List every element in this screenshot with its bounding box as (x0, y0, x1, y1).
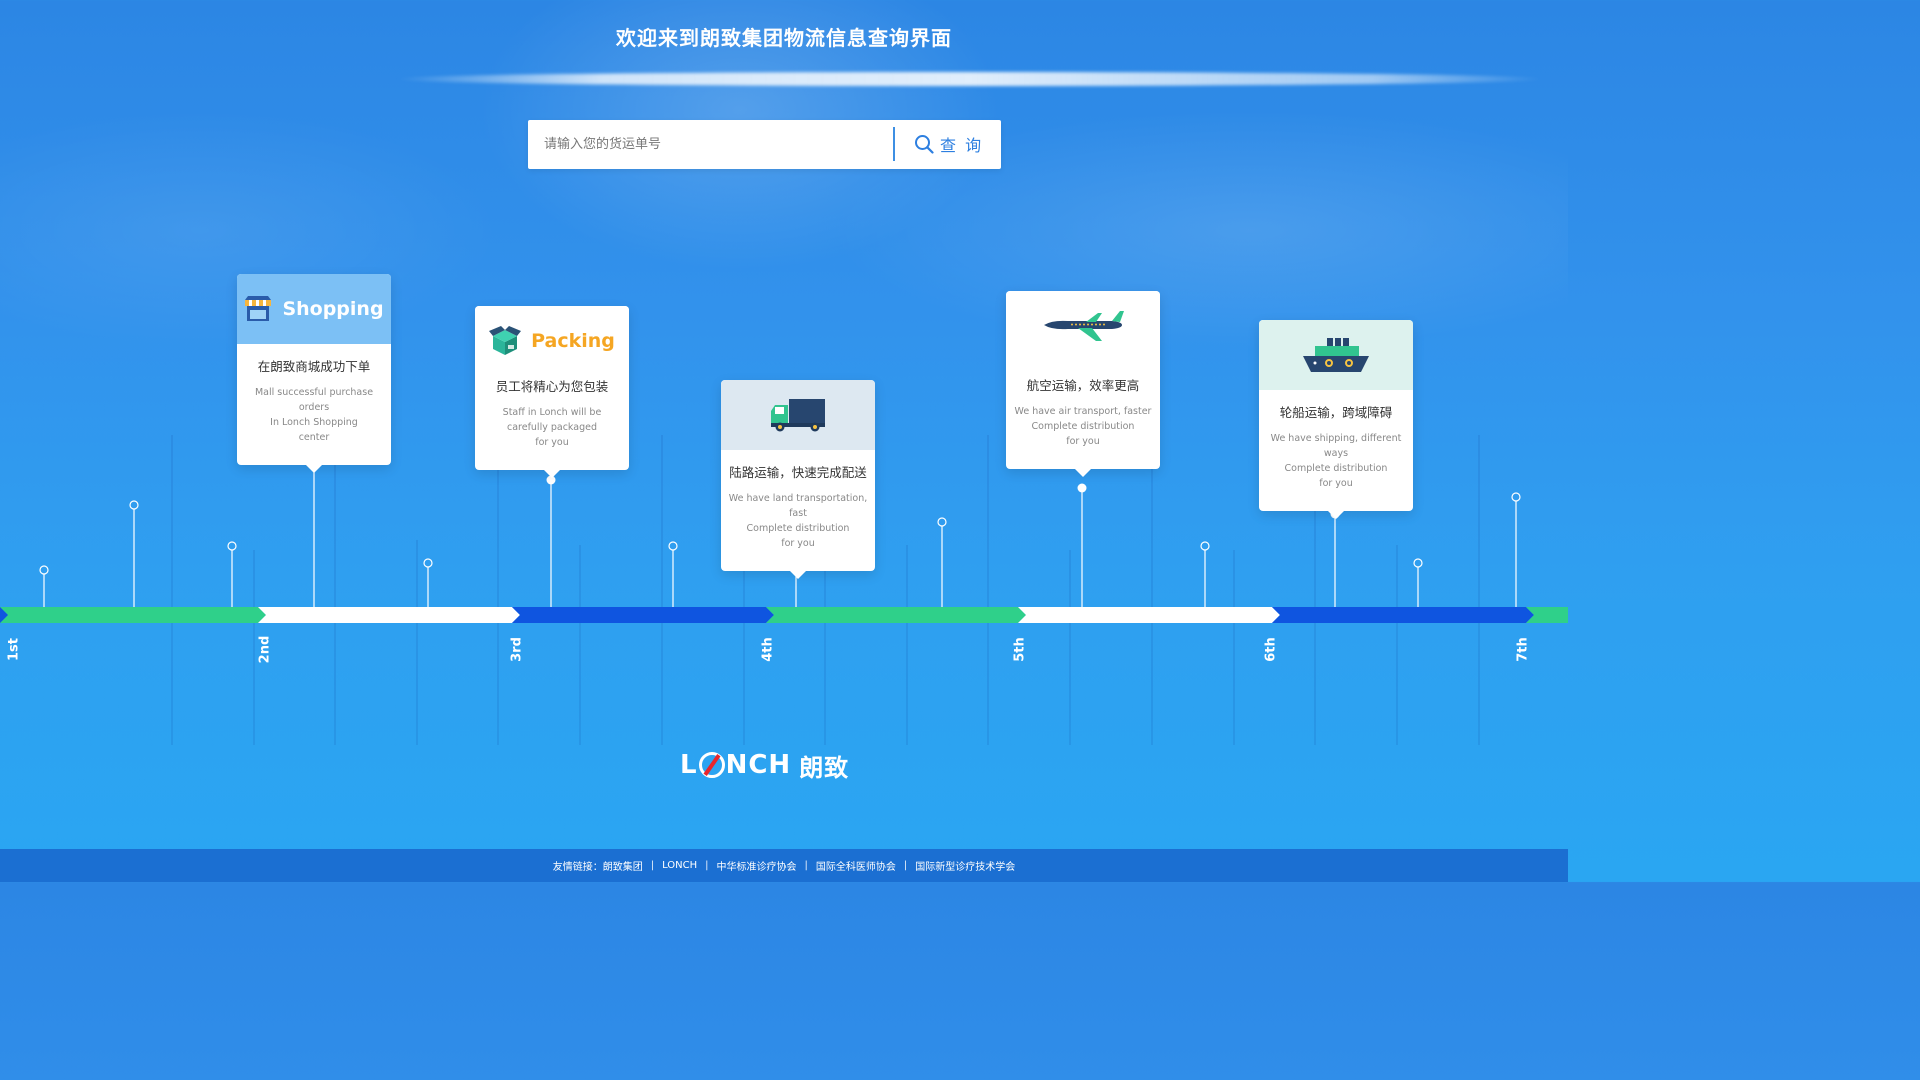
search-button-label: 查 询 (940, 136, 984, 155)
card-title-en: Packing (531, 330, 615, 352)
footer-separator: | (705, 860, 709, 871)
page-title: 欢迎来到朗致集团物流信息查询界面 (616, 26, 952, 50)
footer-separator: | (903, 860, 908, 871)
search-icon (915, 135, 934, 154)
card-description: We have shipping, different ways Complet… (1270, 433, 1402, 489)
card-sea-transport[interactable]: 轮船运输，跨域障碍 We have shipping, different wa… (1259, 320, 1413, 519)
logo-text-cn: 朗致 (799, 753, 850, 782)
card-air-transport[interactable]: 航空运输，效率更高 We have air transport, faster … (1006, 291, 1160, 477)
card-header: Shopping (237, 274, 391, 344)
footer-links: 友情链接：朗致集团 | LONCH | 中华标准诊疗协会 | 国际全科医师协会 … (0, 849, 1568, 882)
card-description: We have land transportation, fast Comple… (728, 493, 868, 549)
airplane-icon (1044, 311, 1124, 341)
cloud-streak (395, 72, 1545, 86)
timeline-segment (512, 607, 774, 623)
card-title-en: Shopping (282, 298, 384, 320)
timeline-label: 1st (6, 638, 22, 661)
search-divider (893, 127, 895, 161)
search-button[interactable]: 查 询 (914, 127, 994, 161)
logo-text: NCH (725, 750, 792, 780)
timeline-label: 2nd (257, 635, 273, 664)
footer-link[interactable]: LONCH (662, 860, 697, 871)
card-title-cn: 轮船运输，跨域障碍 (1279, 405, 1393, 420)
timeline-segment (258, 607, 520, 623)
ship-icon (1303, 338, 1369, 372)
card-header: Packing (475, 306, 629, 376)
timeline-segment (1018, 607, 1280, 623)
card-description: Staff in Lonch will be carefully package… (502, 407, 602, 448)
lonch-logo: L NCH 朗致 (680, 748, 850, 782)
timeline-band (0, 607, 1568, 623)
footer-link[interactable]: 中华标准诊疗协会 (717, 858, 797, 873)
footer-prefix[interactable]: 友情链接：朗致集团 (553, 858, 643, 873)
search-input[interactable] (528, 120, 890, 169)
footer-separator: | (650, 860, 655, 871)
timeline-label: 7th (1515, 637, 1531, 662)
shop-icon (245, 296, 272, 321)
card-description: Mall successful purchase orders In Lonch… (254, 387, 374, 443)
card-header (1006, 291, 1160, 361)
logo-o-mark (698, 752, 725, 778)
card-title-cn: 陆路运输，快速完成配送 (729, 465, 867, 480)
card-header (721, 380, 875, 450)
timeline-label: 3rd (509, 637, 525, 662)
card-title-cn: 在朗致商城成功下单 (257, 359, 371, 374)
footer-link[interactable]: 国际新型诊疗技术学会 (915, 858, 1015, 873)
footer-separator: | (804, 860, 808, 871)
card-description: We have air transport, faster Complete d… (1014, 406, 1152, 447)
timeline-label: 6th (1263, 637, 1279, 662)
box-icon (489, 326, 522, 355)
footer-link[interactable]: 国际全科医师协会 (816, 858, 896, 873)
card-header (1259, 320, 1413, 390)
card-land-transport[interactable]: 陆路运输，快速完成配送 We have land transportation,… (721, 380, 875, 579)
timeline-label: 5th (1012, 637, 1028, 662)
truck-icon (771, 399, 825, 432)
timeline-segment (766, 607, 1026, 623)
timeline-label: 4th (760, 637, 776, 662)
card-shopping[interactable]: Shopping 在朗致商城成功下单 Mall successful purch… (237, 274, 391, 473)
timeline-segment (1272, 607, 1534, 623)
logo-letter: L (680, 750, 698, 780)
card-packing[interactable]: Packing 员工将精心为您包装 Staff in Lonch will be… (475, 306, 629, 478)
timeline-segment (0, 607, 266, 623)
card-title-cn: 航空运输，效率更高 (1026, 378, 1140, 393)
card-title-cn: 员工将精心为您包装 (495, 379, 609, 394)
